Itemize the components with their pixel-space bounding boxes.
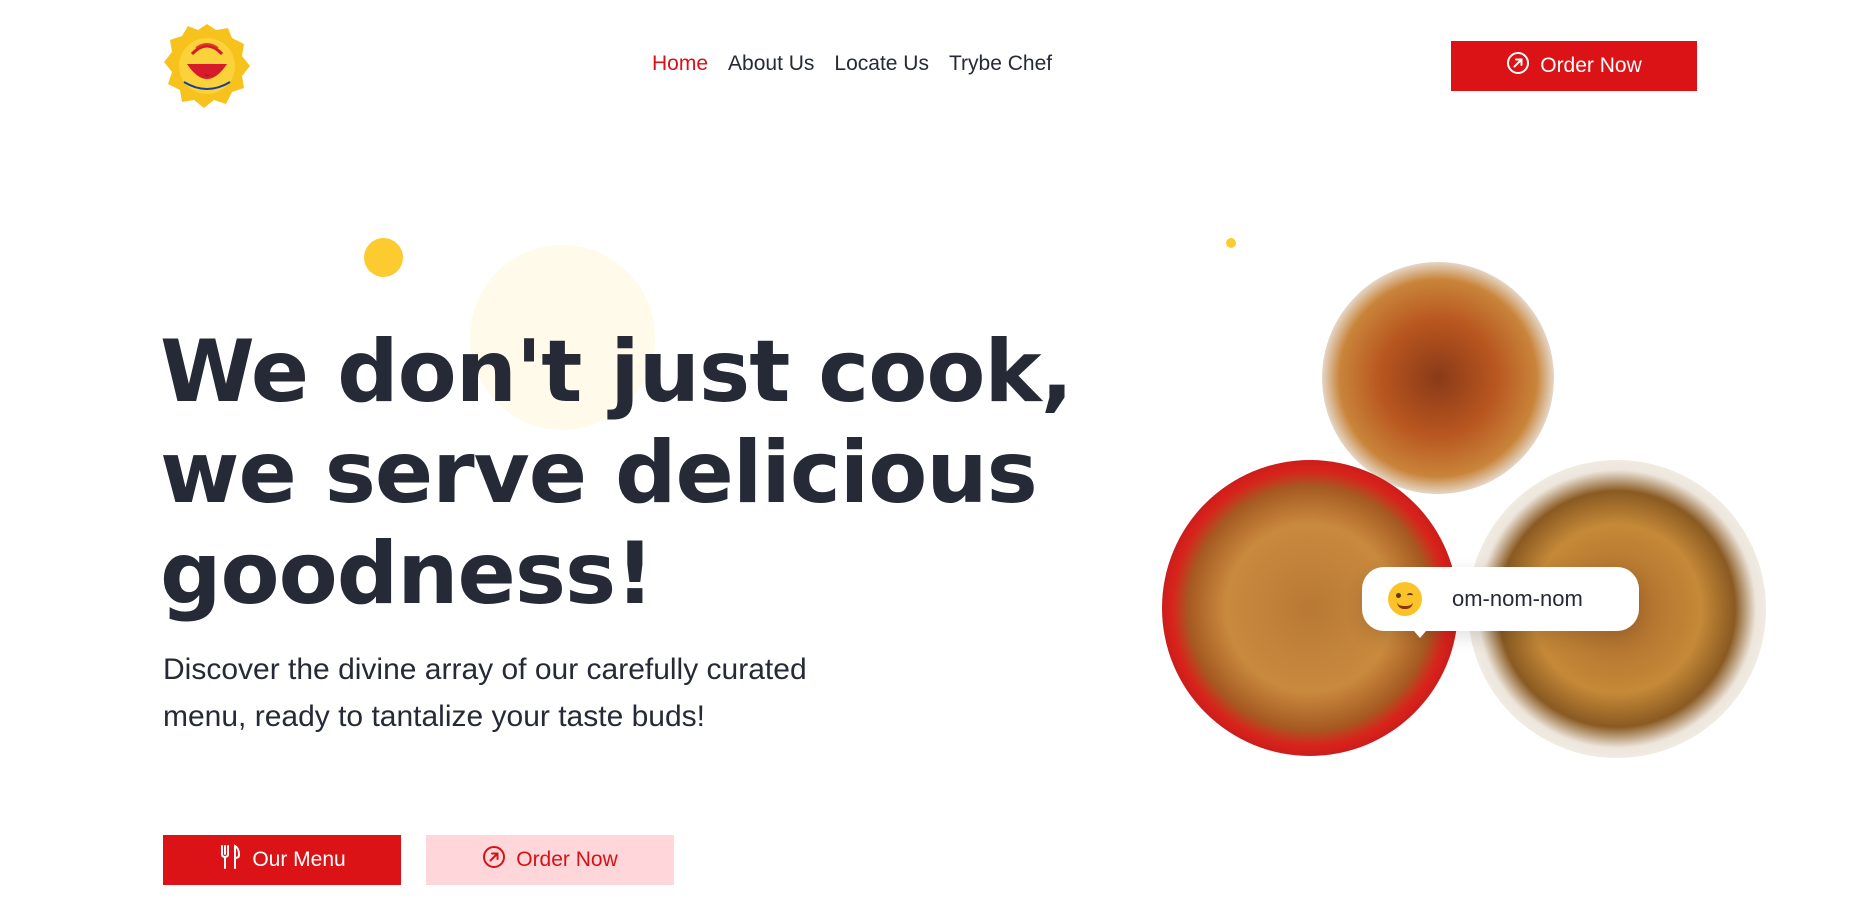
arrow-up-right-circle-icon: [1506, 51, 1530, 81]
nav-locate-us[interactable]: Locate Us: [834, 52, 929, 76]
yummy-face-icon: [1388, 582, 1422, 616]
fork-knife-icon: [218, 844, 242, 876]
headline-line-2: we serve delicious: [160, 423, 1038, 523]
headline-line-1: We don't just cook,: [160, 322, 1073, 422]
hero-headline: We don't just cook, we serve delicious g…: [160, 322, 1110, 625]
hero-subtext: Discover the divine array of our careful…: [163, 653, 807, 733]
arrow-up-right-circle-icon: [482, 845, 506, 875]
decorative-dot-small: [1226, 238, 1236, 248]
decorative-dot-large: [364, 238, 403, 277]
nav-trybe-chef[interactable]: Trybe Chef: [949, 52, 1052, 76]
hero-order-now-button[interactable]: Order Now: [426, 835, 674, 885]
main-nav: Home About Us Locate Us Trybe Chef: [652, 52, 1052, 76]
nav-home[interactable]: Home: [652, 52, 708, 76]
hero-order-now-label: Order Now: [516, 848, 618, 871]
header-order-now-button[interactable]: Order Now: [1451, 41, 1697, 91]
bubble-tail: [1408, 624, 1432, 638]
our-menu-button[interactable]: Our Menu: [163, 835, 401, 885]
svg-text:~: ~: [204, 71, 211, 80]
header-order-now-label: Order Now: [1540, 54, 1642, 77]
logo[interactable]: ~: [162, 20, 252, 110]
headline-line-3: goodness!: [160, 524, 654, 624]
our-menu-label: Our Menu: [252, 848, 346, 871]
om-nom-bubble: om-nom-nom: [1362, 567, 1639, 631]
bubble-text: om-nom-nom: [1452, 586, 1583, 611]
page: ~ Home About Us Locate Us Trybe Chef Ord…: [0, 0, 1867, 898]
noodle-bowl-top-image: [1322, 262, 1554, 494]
nav-about-us[interactable]: About Us: [728, 52, 814, 76]
